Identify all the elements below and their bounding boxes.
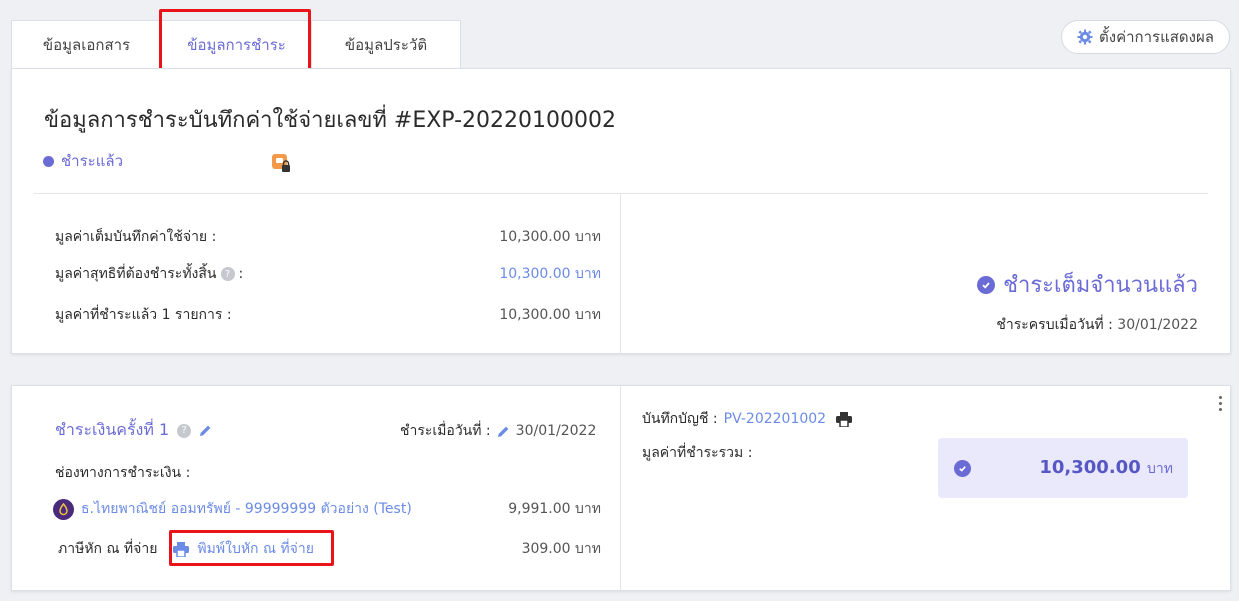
payment-date: ชำระเมื่อวันที่ : 30/01/2022 — [400, 420, 596, 442]
total-paid-label: มูลค่าที่ชำระรวม : — [642, 445, 753, 461]
summary-value: 10,300.00 บาท — [499, 307, 601, 323]
tab-payment-info[interactable]: ข้อมูลการชำระ — [161, 20, 311, 69]
total-paid-amount: 10,300.00 บาท — [1039, 457, 1173, 480]
withholding-amount: 309.00 บาท — [521, 541, 601, 557]
display-settings-label: ตั้งค่าการแสดงผล — [1099, 28, 1214, 46]
page-title: ข้อมูลการชำระบันทึกค่าใช้จ่ายเลขที่ #EXP… — [44, 108, 616, 133]
help-icon[interactable]: ? — [177, 423, 192, 438]
bank-logo-icon — [53, 498, 74, 520]
paid-date-label: ชำระครบเมื่อวันที่ : — [996, 317, 1113, 333]
tab-document-info[interactable]: ข้อมูลเอกสาร — [11, 20, 161, 69]
summary-label-suffix: : — [238, 266, 244, 282]
status-badge: ชำระแล้ว — [43, 149, 123, 173]
divider — [34, 193, 1208, 194]
summary-label: มูลค่าที่ชำระแล้ว 1 รายการ : — [55, 307, 232, 323]
payment-channel-label: ช่องทางการชำระเงิน : — [55, 465, 191, 481]
payment-title: ชำระเงินครั้งที่ 1 ? — [55, 418, 212, 443]
summary-value: 10,300.00 บาท — [499, 229, 601, 245]
summary-label: มูลค่าเต็มบันทึกค่าใช้จ่าย : — [55, 229, 217, 245]
pencil-icon[interactable] — [199, 424, 212, 437]
total-paid-box: 10,300.00 บาท — [938, 438, 1188, 498]
total-paid-value: 10,300.00 — [1039, 456, 1141, 478]
bank-amount: 9,991.00 บาท — [508, 501, 601, 517]
payment-title-label: ชำระเงินครั้งที่ 1 — [55, 420, 170, 439]
tab-bar: ข้อมูลเอกสาร ข้อมูลการชำระ ข้อมูลประวัติ — [11, 20, 461, 69]
account-record-link[interactable]: PV-202201002 — [724, 411, 826, 427]
more-options-icon[interactable] — [1219, 396, 1222, 411]
withholding-tax-row: ภาษีหัก ณ ที่จ่าย พิมพ์ใบหัก ณ ที่จ่าย 3… — [58, 538, 601, 560]
divider — [620, 386, 621, 590]
payment-date-value: 30/01/2022 — [515, 423, 597, 439]
paid-complete-date: ชำระครบเมื่อวันที่ : 30/01/2022 — [996, 314, 1198, 336]
account-record: บันทึกบัญชี : PV-202201002 — [642, 408, 853, 430]
pencil-icon[interactable] — [497, 425, 510, 438]
account-record-label: บันทึกบัญชี : — [642, 411, 718, 427]
printer-icon — [173, 541, 190, 557]
summary-row-paid-value: มูลค่าที่ชำระแล้ว 1 รายการ : 10,300.00 บ… — [55, 304, 601, 326]
full-paid-label: ชำระเต็มจำนวนแล้ว — [1003, 273, 1198, 298]
status-label: ชำระแล้ว — [61, 152, 123, 170]
withholding-tax-label: ภาษีหัก ณ ที่จ่าย — [58, 541, 158, 557]
paid-date-value: 30/01/2022 — [1117, 317, 1198, 333]
printer-icon[interactable] — [836, 411, 853, 427]
payment-record-card: ชำระเงินครั้งที่ 1 ? ชำระเมื่อวันที่ : 3… — [11, 385, 1231, 591]
check-circle-icon — [977, 275, 996, 294]
print-withholding-button[interactable]: พิมพ์ใบหัก ณ ที่จ่าย — [173, 538, 314, 560]
status-dot-icon — [43, 155, 54, 167]
summary-row-full-value: มูลค่าเต็มบันทึกค่าใช้จ่าย : 10,300.00 บ… — [55, 226, 601, 248]
summary-value-link[interactable]: 10,300.00 บาท — [499, 263, 601, 285]
summary-row-net-value: มูลค่าสุทธิที่ต้องชำระทั้งสิ้น ? : 10,30… — [55, 263, 601, 285]
tab-history-info[interactable]: ข้อมูลประวัติ — [311, 20, 461, 69]
print-withholding-label: พิมพ์ใบหัก ณ ที่จ่าย — [197, 541, 314, 557]
help-icon[interactable]: ? — [220, 267, 235, 281]
total-paid-unit: บาท — [1147, 460, 1173, 477]
payment-date-label: ชำระเมื่อวันที่ : — [400, 423, 491, 439]
gear-icon — [1077, 29, 1093, 45]
summary-label: มูลค่าสุทธิที่ต้องชำระทั้งสิ้น ? : — [55, 263, 243, 285]
bank-payment-row: ธ.ไทยพาณิชย์ ออมทรัพย์ - 99999999 ตัวอย่… — [53, 498, 601, 520]
withholding-tax: ภาษีหัก ณ ที่จ่าย พิมพ์ใบหัก ณ ที่จ่าย — [58, 538, 314, 560]
display-settings-button[interactable]: ตั้งค่าการแสดงผล — [1061, 20, 1230, 54]
full-paid-status: ชำระเต็มจำนวนแล้ว — [977, 267, 1198, 302]
payment-summary-card: ข้อมูลการชำระบันทึกค่าใช้จ่ายเลขที่ #EXP… — [11, 68, 1231, 354]
bank-account: ธ.ไทยพาณิชย์ ออมทรัพย์ - 99999999 ตัวอย่… — [53, 498, 412, 520]
divider — [620, 194, 621, 353]
summary-label-text: มูลค่าสุทธิที่ต้องชำระทั้งสิ้น — [55, 266, 217, 282]
check-circle-icon — [954, 459, 971, 477]
bank-account-name[interactable]: ธ.ไทยพาณิชย์ ออมทรัพย์ - 99999999 ตัวอย่… — [81, 498, 412, 520]
locked-document-icon — [272, 154, 290, 172]
